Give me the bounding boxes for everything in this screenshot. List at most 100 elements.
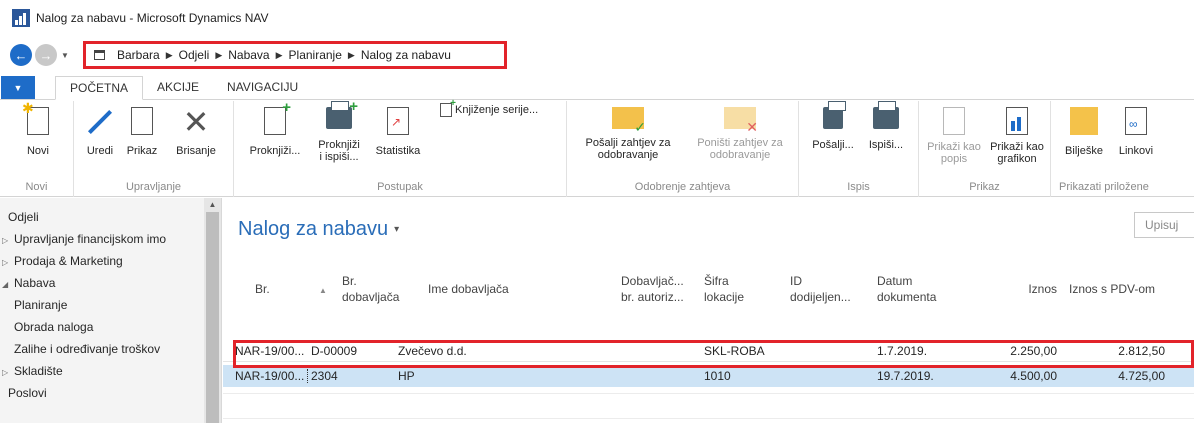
new-button[interactable]: ✱ Novi — [18, 101, 58, 157]
nav-item-skladiste[interactable]: ▷ Skladište — [0, 364, 204, 378]
statistics-button-label: Statistika — [375, 145, 421, 157]
window-title: Nalog za nabavu - Microsoft Dynamics NAV — [36, 11, 269, 25]
post-document-icon: + — [264, 100, 291, 135]
notes-button[interactable]: Bilješke — [1059, 107, 1109, 157]
cell-iznos-s-pdv: 4.725,00 — [1118, 369, 1165, 383]
post-and-print-label-1: Proknjiži — [318, 139, 360, 151]
show-as-chart-label-1: Prikaži kao — [990, 141, 1044, 153]
nav-item-label: Obrada naloga — [14, 320, 94, 334]
ribbon-group-odobrenje: ✓ Pošalji zahtjev za odobravanje ✕ Poniš… — [567, 101, 799, 197]
cell-iznos: 4.500,00 — [1010, 369, 1057, 383]
column-header-ime-dobavljaca[interactable]: Ime dobavljača — [428, 281, 509, 297]
show-as-list-label-2: popis — [940, 153, 968, 165]
nav-item-planiranje[interactable]: Planiranje — [0, 298, 204, 312]
sort-ascending-icon[interactable]: ▲ — [319, 283, 327, 299]
delete-button[interactable]: ✕ Brisanje — [166, 104, 226, 157]
scrollbar-thumb[interactable] — [206, 212, 219, 423]
scroll-up-icon[interactable]: ▲ — [204, 198, 221, 212]
send-approval-request-button[interactable]: ✓ Pošalji zahtjev za odobravanje — [573, 107, 683, 161]
ribbon-group-prilozene: Bilješke ∞ Linkovi Prikazati priložene — [1051, 101, 1194, 197]
nav-item-upravljanje-financijskom[interactable]: ▷ Upravljanje financijskom imo — [0, 232, 204, 246]
breadcrumb-item-barbara[interactable]: Barbara — [117, 48, 160, 62]
page-title-text: Nalog za nabavu — [238, 218, 389, 240]
empty-row-divider — [223, 393, 1194, 394]
title-bar: Nalog za nabavu - Microsoft Dynamics NAV — [0, 0, 1194, 36]
post-button-label: Proknjiži... — [249, 145, 301, 157]
tab-pocetna[interactable]: POČETNA — [55, 76, 144, 100]
header-line-2: dobavljača — [342, 290, 400, 304]
breadcrumb-separator-icon[interactable]: ▶ — [166, 50, 173, 61]
batch-posting-label: Knjiženje serije... — [455, 104, 539, 116]
history-dropdown-icon[interactable]: ▼ — [61, 51, 69, 60]
nav-scrollbar[interactable]: ▲ — [204, 198, 221, 423]
column-header-datum-dokumenta[interactable]: Datum dokumenta — [877, 273, 936, 305]
expand-arrow-icon[interactable]: ▷ — [2, 368, 14, 377]
pencil-icon — [85, 107, 115, 137]
group-label-upravljanje: Upravljanje — [125, 181, 182, 193]
page-title-dropdown-icon[interactable]: ▾ — [394, 224, 399, 235]
notes-button-label: Bilješke — [1065, 145, 1103, 157]
search-input[interactable]: Upisuj — [1134, 212, 1194, 238]
nav-item-zalihe[interactable]: Zalihe i određivanje troškov — [0, 342, 204, 356]
navigation-pane: Odjeli ▷ Upravljanje financijskom imo ▷ Pr… — [0, 198, 222, 423]
send-button[interactable]: Pošalji... — [807, 101, 859, 151]
print-button[interactable]: Ispiši... — [861, 101, 911, 151]
nav-item-poslovi[interactable]: Poslovi — [0, 386, 204, 400]
column-header-br[interactable]: Br. — [255, 281, 270, 297]
page-title[interactable]: Nalog za nabavu ▾ — [238, 218, 399, 241]
nav-item-nabava[interactable]: ◢ Nabava — [0, 276, 204, 290]
statistics-button[interactable]: ↗ Statistika — [368, 107, 428, 157]
cancel-approval-request-button[interactable]: ✕ Poništi zahtjev za odobravanje — [685, 107, 795, 161]
breadcrumb-item-nalog-za-nabavu[interactable]: Nalog za nabavu — [361, 48, 451, 62]
breadcrumb-separator-icon[interactable]: ▶ — [348, 50, 355, 61]
batch-post-icon: + — [440, 98, 456, 117]
address-bar: ← → ▼ Barbara ▶ Odjeli ▶ Nabava ▶ Planir… — [0, 38, 1194, 72]
tab-akcije[interactable]: AKCIJE — [143, 76, 213, 99]
cell-br: NAR-19/00... — [235, 369, 309, 383]
breadcrumb-item-planiranje[interactable]: Planiranje — [289, 48, 342, 62]
nav-item-label: Skladište — [14, 364, 63, 378]
expand-arrow-icon[interactable]: ▷ — [2, 258, 14, 267]
breadcrumb-separator-icon[interactable]: ▶ — [276, 50, 283, 61]
breadcrumb-item-odjeli[interactable]: Odjeli — [179, 48, 210, 62]
column-header-br-dobavljaca[interactable]: Br. dobavljača — [342, 273, 399, 305]
nav-item-odjeli[interactable]: Odjeli — [0, 210, 204, 224]
show-as-chart-button[interactable]: Prikaži kao grafikon — [985, 107, 1049, 165]
forward-arrow-icon[interactable]: → — [35, 44, 57, 66]
breadcrumb-separator-icon[interactable]: ▶ — [215, 50, 222, 61]
post-button[interactable]: + Proknjiži... — [240, 100, 310, 157]
tab-navigaciju[interactable]: NAVIGACIJU — [213, 76, 312, 99]
header-line-1: Datum — [877, 274, 913, 288]
batch-posting-button[interactable]: + Knjiženje serije... — [440, 98, 539, 117]
delete-x-icon: ✕ — [182, 104, 210, 140]
file-menu-button[interactable]: ▼ — [1, 76, 35, 99]
header-line-1: Dobavljač... — [621, 274, 684, 288]
links-button[interactable]: ∞ Linkovi — [1111, 107, 1161, 157]
ribbon-group-postupak: + Proknjiži... + Proknjiži i ispiši... ↗… — [234, 98, 567, 197]
print-button-label: Ispiši... — [868, 139, 904, 151]
column-header-sifra-lokacije[interactable]: Šifra lokacije — [704, 273, 744, 305]
links-button-label: Linkovi — [1118, 145, 1154, 157]
post-and-print-button[interactable]: + Proknjiži i ispiši... — [312, 99, 366, 163]
breadcrumb-item-nabava[interactable]: Nabava — [228, 48, 269, 62]
nav-item-obrada-naloga[interactable]: Obrada naloga — [0, 320, 204, 334]
nav-item-prodaja-marketing[interactable]: ▷ Prodaja & Marketing — [0, 254, 204, 268]
collapse-arrow-icon[interactable]: ◢ — [2, 280, 14, 289]
note-icon — [1070, 107, 1098, 135]
group-label-novi: Novi — [25, 181, 48, 193]
expand-arrow-icon[interactable]: ▷ — [2, 236, 14, 245]
group-label-prikaz: Prikaz — [969, 181, 1000, 193]
column-header-id-dodijeljen[interactable]: ID dodijeljen... — [790, 273, 851, 305]
column-header-iznos-s-pdv[interactable]: Iznos s PDV-om — [1069, 281, 1155, 297]
send-approval-label-2: odobravanje — [597, 149, 659, 161]
back-arrow-icon[interactable]: ← — [10, 44, 32, 66]
table-row-selected[interactable]: NAR-19/00... 2304 HP 1010 19.7.2019. 4.5… — [223, 365, 1194, 387]
edit-button[interactable]: Uredi — [80, 107, 120, 157]
show-as-list-button[interactable]: Prikaži kao popis — [923, 107, 985, 165]
header-line-2: dokumenta — [877, 290, 937, 304]
column-header-iznos[interactable]: Iznos — [1013, 281, 1057, 297]
header-line-1: ID — [790, 274, 802, 288]
cell-ime-dobavljaca: HP — [398, 369, 415, 383]
view-button[interactable]: Prikaz — [122, 107, 162, 157]
column-header-autorizacija[interactable]: Dobavljač... br. autoriz... — [621, 273, 684, 305]
